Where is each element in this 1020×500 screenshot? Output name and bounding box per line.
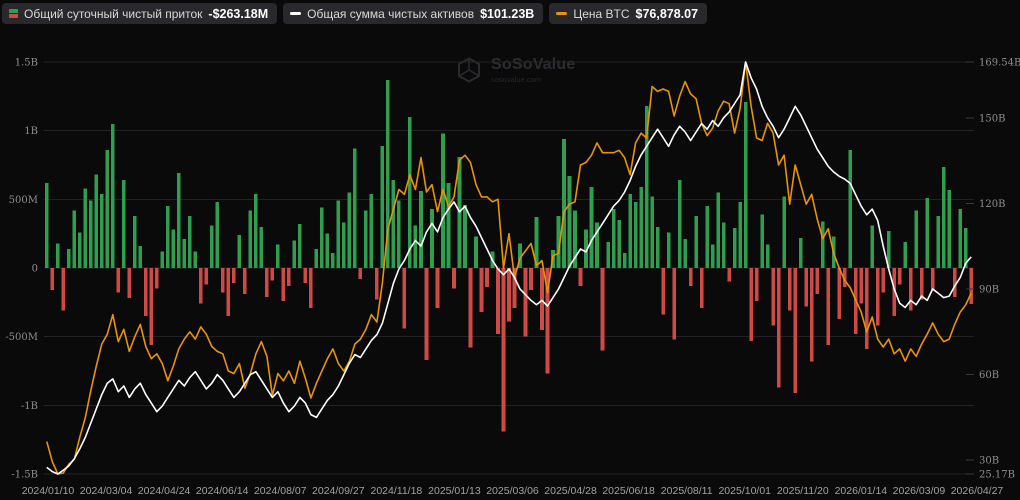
svg-text:2025/10/01: 2025/10/01 xyxy=(718,485,771,497)
svg-text:2024/08/07: 2024/08/07 xyxy=(254,485,307,497)
right-axis-labels: 169.54B 150B 120B 90B 60B 30B 25.17B xyxy=(966,58,1020,481)
svg-text:120B: 120B xyxy=(979,199,1005,210)
svg-text:0: 0 xyxy=(32,264,38,275)
x-axis-date-labels: 2024/01/10 2024/03/04 2024/04/24 2024/06/14… xyxy=(22,485,1004,497)
svg-text:90B: 90B xyxy=(979,284,999,295)
svg-text:2024/09/27: 2024/09/27 xyxy=(312,485,365,497)
svg-text:2024/01/10: 2024/01/10 xyxy=(22,485,75,497)
legend-item-btc-price[interactable]: Цена BTC $76,878.07 xyxy=(549,3,707,24)
svg-text:2024/11/18: 2024/11/18 xyxy=(370,485,422,497)
chart-legend: Общий суточный чистый приток -$263.18M О… xyxy=(2,3,707,24)
daily-net-inflow-value: -$263.18M xyxy=(208,7,268,21)
svg-text:-1.5B: -1.5B xyxy=(11,470,38,481)
inflow-outflow-bars-icon xyxy=(9,9,18,18)
svg-text:150B: 150B xyxy=(979,113,1005,124)
svg-text:-500M: -500M xyxy=(5,332,38,343)
svg-text:2026/03/09: 2026/03/09 xyxy=(893,485,946,497)
daily-net-inflow-label: Общий суточный чистый приток xyxy=(24,7,202,21)
svg-text:2025/11/20: 2025/11/20 xyxy=(777,485,829,497)
btc-etf-flow-dashboard: Общий суточный чистый приток -$263.18M О… xyxy=(0,0,1020,500)
btc-price-label: Цена BTC xyxy=(573,7,629,21)
svg-text:60B: 60B xyxy=(979,370,999,381)
assets-line-icon xyxy=(290,12,301,15)
svg-text:2025/06/18: 2025/06/18 xyxy=(602,485,655,497)
total-net-assets-value: $101.23B xyxy=(480,7,534,21)
btc-price-line-icon xyxy=(556,12,567,15)
svg-text:1B: 1B xyxy=(24,126,38,137)
svg-text:-1B: -1B xyxy=(21,401,38,412)
svg-text:25.17B: 25.17B xyxy=(979,470,1015,481)
combo-chart-plot[interactable]: 1.5B 1B 500M 0 -500M -1B -1.5B 169.54B 150B 120B 9… xyxy=(0,0,1020,500)
left-axis-labels: 1.5B 1B 500M 0 -500M -1B -1.5B xyxy=(5,58,38,481)
legend-item-total-net-assets[interactable]: Общая сумма чистых активов $101.23B xyxy=(283,3,543,24)
svg-text:2025/08/11: 2025/08/11 xyxy=(661,485,713,497)
legend-item-daily-net-inflow[interactable]: Общий суточный чистый приток -$263.18M xyxy=(2,3,277,24)
svg-text:2026/01/14: 2026/01/14 xyxy=(835,485,888,497)
svg-text:2025/03/06: 2025/03/06 xyxy=(486,485,539,497)
svg-text:169.54B: 169.54B xyxy=(979,58,1020,69)
svg-text:1.5B: 1.5B xyxy=(15,58,38,69)
svg-text:2026/04/27: 2026/04/27 xyxy=(951,485,1004,497)
svg-text:2024/04/24: 2024/04/24 xyxy=(138,485,191,497)
svg-text:2024/03/04: 2024/03/04 xyxy=(80,485,133,497)
svg-text:2025/04/28: 2025/04/28 xyxy=(544,485,597,497)
total-net-assets-label: Общая сумма чистых активов xyxy=(307,7,474,21)
svg-text:500M: 500M xyxy=(9,195,38,206)
svg-text:30B: 30B xyxy=(979,456,999,467)
btc-price-value: $76,878.07 xyxy=(636,7,699,21)
svg-text:2025/01/13: 2025/01/13 xyxy=(428,485,481,497)
svg-text:2024/06/14: 2024/06/14 xyxy=(196,485,249,497)
